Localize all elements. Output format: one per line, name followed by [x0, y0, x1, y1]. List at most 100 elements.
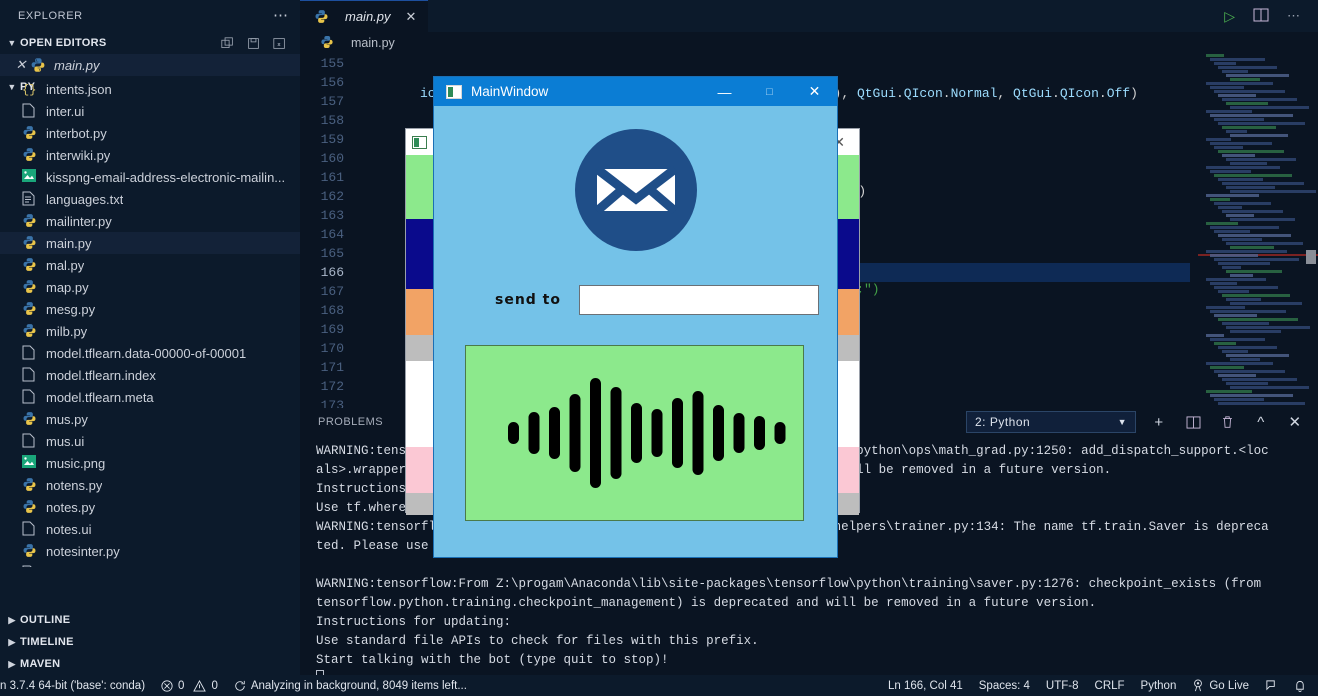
minimap-line	[1230, 78, 1260, 81]
file-tree-item[interactable]: mus.ui	[0, 430, 300, 452]
close-all-editors-icon[interactable]: x	[273, 37, 286, 50]
collapse-panel-icon[interactable]: ^	[1250, 411, 1272, 433]
mainwindow-dialog[interactable]: MainWindow — □ ✕ send to	[434, 77, 837, 557]
explorer-sidebar: EXPLORER ⋯ ▼ OPEN EDITORS x ✕ main.py ▼ …	[0, 0, 300, 675]
ellipsis-icon[interactable]: ⋯	[273, 8, 290, 23]
file-tree-item[interactable]: notesinter.ui	[0, 562, 300, 567]
file-tree-item[interactable]: mal.py	[0, 254, 300, 276]
tab-main-py[interactable]: main.py ✕	[300, 0, 429, 32]
file-tree-item-label: interwiki.py	[46, 147, 111, 163]
go-live[interactable]: Go Live	[1184, 675, 1257, 696]
editor-scrollbar[interactable]	[1306, 250, 1316, 264]
file-tree-item[interactable]: kisspng-email-address-electronic-mailin.…	[0, 166, 300, 188]
close-icon[interactable]: ✕	[14, 57, 28, 73]
file-tree-item[interactable]: map.py	[0, 276, 300, 298]
section-outline[interactable]: ▶ OUTLINE	[0, 609, 300, 631]
chevron-right-icon: ▶	[8, 614, 16, 625]
python-file-icon	[22, 543, 40, 559]
feedback-icon[interactable]	[1257, 675, 1286, 696]
eol[interactable]: CRLF	[1087, 675, 1133, 696]
tab-problems[interactable]: PROBLEMS	[318, 416, 383, 428]
indentation[interactable]: Spaces: 4	[971, 675, 1038, 696]
minimap-line	[1210, 86, 1244, 89]
line-number: 162	[320, 189, 344, 204]
line-number: 161	[320, 170, 344, 185]
line-number: 157	[320, 94, 344, 109]
python-interpreter[interactable]: n 3.7.4 64-bit ('base': conda)	[0, 675, 153, 696]
split-terminal-icon[interactable]	[1182, 411, 1204, 433]
dialog-titlebar[interactable]: MainWindow — □ ✕	[434, 77, 837, 106]
file-tree-item-label: languages.txt	[46, 191, 124, 207]
waveform-bar	[733, 413, 745, 453]
file-tree-item[interactable]: {} intents.json	[0, 78, 300, 100]
python-file-icon	[314, 9, 332, 25]
file-tree-item[interactable]: interwiki.py	[0, 144, 300, 166]
tab-label: main.py	[345, 9, 391, 24]
section-open-editors-label: OPEN EDITORS	[20, 37, 107, 49]
close-button[interactable]: ✕	[792, 77, 837, 106]
file-tree-item[interactable]: notens.py	[0, 474, 300, 496]
more-actions-icon[interactable]: ⋯	[1287, 8, 1302, 24]
send-to-input[interactable]	[579, 285, 819, 315]
sync-icon	[235, 680, 245, 691]
new-terminal-icon[interactable]: +	[1148, 411, 1170, 433]
chevron-down-icon: ▼	[1117, 417, 1127, 427]
file-tree-item[interactable]: mus.py	[0, 408, 300, 430]
audio-waveform-icon[interactable]	[465, 345, 804, 521]
section-maven[interactable]: ▶ MAVEN	[0, 653, 300, 675]
close-panel-icon[interactable]: ✕	[1284, 411, 1306, 433]
error-count: 0	[178, 679, 185, 692]
file-tree-item[interactable]: mailinter.py	[0, 210, 300, 232]
line-number: 164	[320, 227, 344, 242]
bell-icon[interactable]	[1286, 675, 1318, 696]
file-tree-item[interactable]: notes.ui	[0, 518, 300, 540]
file-tree-item[interactable]: notes.py	[0, 496, 300, 518]
encoding[interactable]: UTF-8	[1038, 675, 1087, 696]
minimap-line	[1230, 134, 1288, 137]
background-task[interactable]: Analyzing in background, 8049 items left…	[226, 675, 475, 696]
file-tree-item[interactable]: main.py	[0, 232, 300, 254]
close-icon[interactable]: ✕	[406, 9, 417, 25]
file-tree-item[interactable]: languages.txt	[0, 188, 300, 210]
minimap-line	[1222, 154, 1255, 157]
errors-warnings[interactable]: 0 0	[153, 675, 226, 696]
breadcrumb[interactable]: main.py	[300, 32, 1318, 54]
terminal-select[interactable]: 2: Python ▼	[966, 411, 1136, 433]
file-tree-item[interactable]: model.tflearn.index	[0, 364, 300, 386]
file-tree-item[interactable]: mesg.py	[0, 298, 300, 320]
minimap-line	[1222, 294, 1290, 297]
minimap-line	[1218, 290, 1249, 293]
language-mode[interactable]: Python	[1133, 675, 1185, 696]
file-tree-item[interactable]: milb.py	[0, 320, 300, 342]
save-all-icon[interactable]	[247, 37, 260, 50]
file-tree-item[interactable]: music.png	[0, 452, 300, 474]
minimap[interactable]	[1198, 54, 1318, 408]
section-open-editors[interactable]: ▼ OPEN EDITORS x	[0, 32, 300, 54]
minimap-line	[1230, 386, 1309, 389]
minimap-line	[1210, 114, 1293, 117]
maximize-button[interactable]: □	[747, 77, 792, 106]
minimap-line	[1214, 398, 1264, 401]
file-tree-item[interactable]: inter.ui	[0, 100, 300, 122]
file-tree-item[interactable]: notesinter.py	[0, 540, 300, 562]
new-file-icon[interactable]	[221, 36, 234, 50]
file-tree-item-label: milb.py	[46, 323, 88, 339]
minimap-line	[1218, 66, 1277, 69]
minimize-button[interactable]: —	[702, 77, 747, 106]
status-bar: n 3.7.4 64-bit ('base': conda) 0 0 Analy…	[0, 675, 1318, 696]
open-editor-item-main-py[interactable]: ✕ main.py	[0, 54, 300, 76]
chevron-right-icon: ▶	[8, 658, 16, 669]
python-file-icon	[22, 301, 40, 317]
warning-triangle-icon	[193, 679, 207, 692]
file-tree-item[interactable]: model.tflearn.meta	[0, 386, 300, 408]
run-python-file-icon[interactable]: ▷	[1224, 8, 1235, 25]
file-tree-item[interactable]: interbot.py	[0, 122, 300, 144]
cursor-position[interactable]: Ln 166, Col 41	[880, 675, 971, 696]
section-timeline[interactable]: ▶ TIMELINE	[0, 631, 300, 653]
kill-terminal-icon[interactable]	[1216, 411, 1238, 433]
waveform-bar	[692, 391, 704, 475]
split-editor-icon[interactable]	[1253, 8, 1269, 25]
app-window-icon	[446, 84, 462, 99]
minimap-line	[1214, 146, 1243, 149]
file-tree-item[interactable]: model.tflearn.data-00000-of-00001	[0, 342, 300, 364]
